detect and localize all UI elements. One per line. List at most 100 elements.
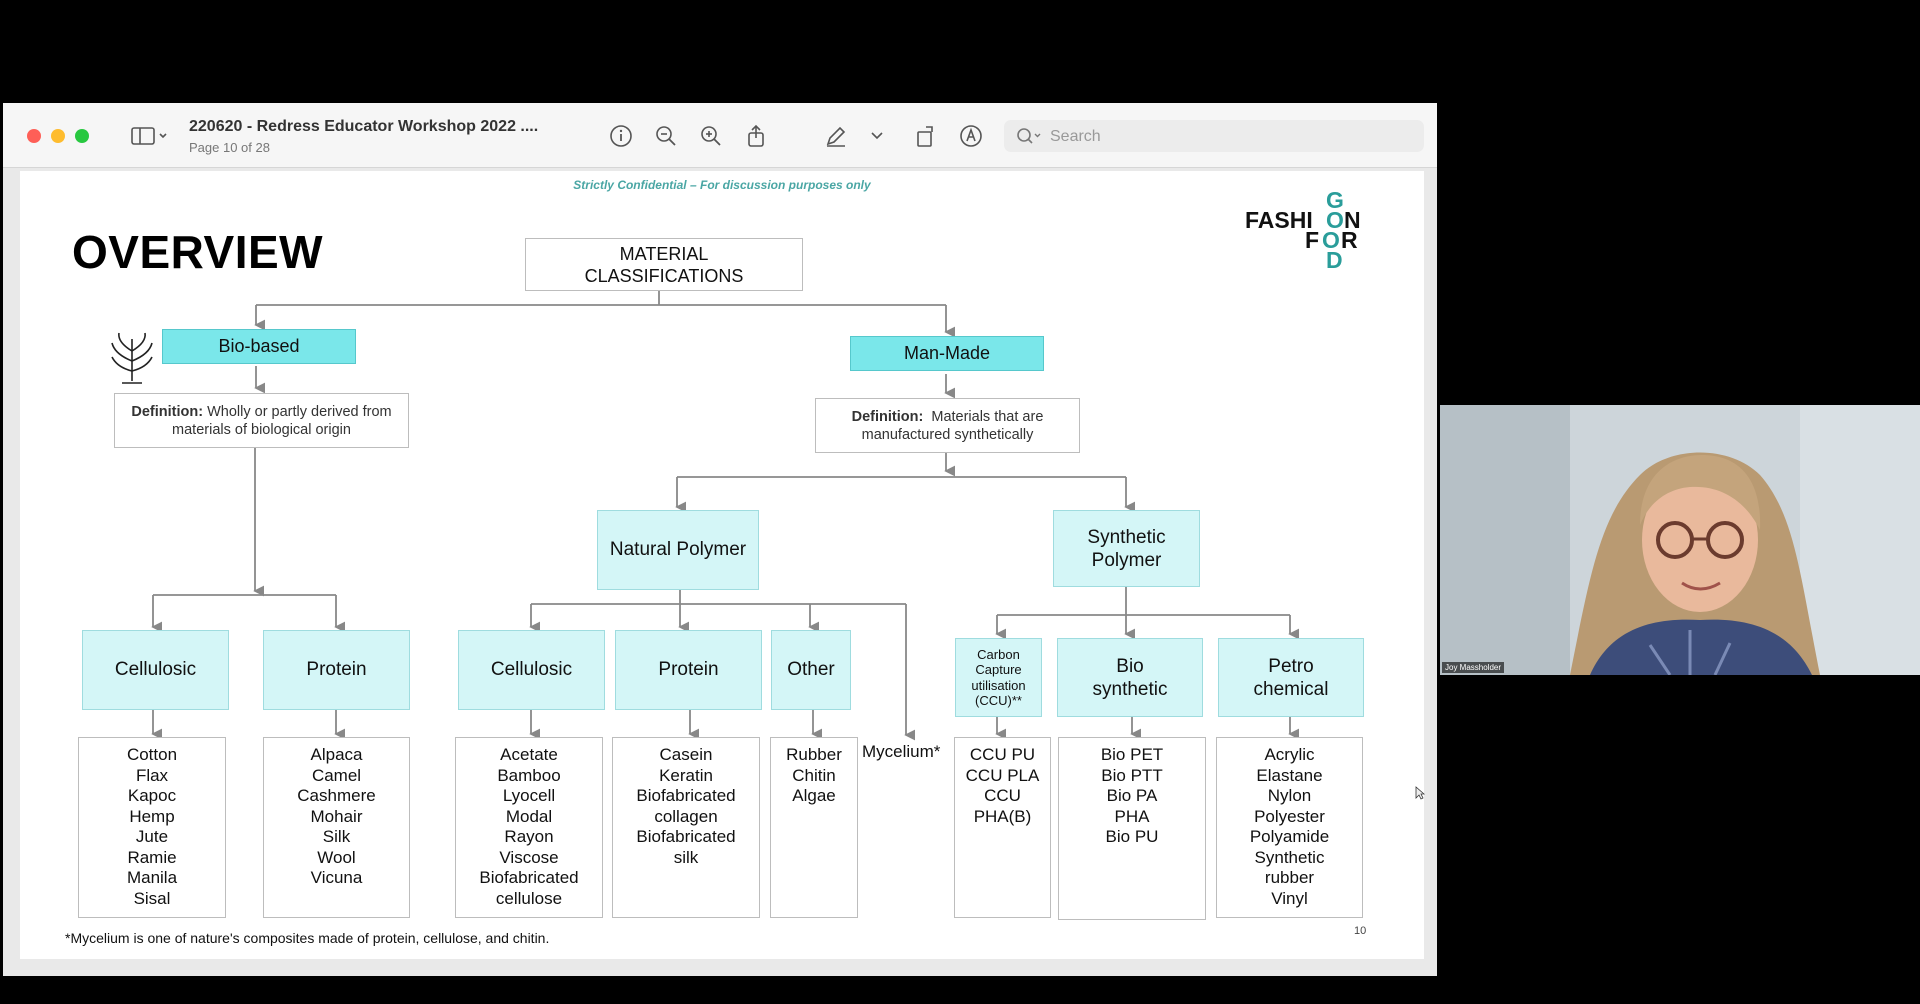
list-item: rubber: [1264, 868, 1315, 887]
list-item: Vinyl: [1271, 888, 1308, 908]
share-icon[interactable]: [743, 123, 769, 149]
list-item: Hemp: [129, 806, 175, 826]
list-item: collagen: [654, 806, 718, 826]
list-item: Cashmere: [297, 786, 376, 805]
list-item: Biofabricated: [636, 827, 736, 846]
bio-cellulosic-box: Cellulosic: [82, 630, 229, 710]
close-window-button[interactable]: [27, 129, 41, 143]
document-title: 220620 - Redress Educator Workshop 2022 …: [189, 118, 539, 135]
list-item: Elastane: [1256, 765, 1323, 785]
list-item: Keratin: [659, 765, 713, 785]
list-item: Wool: [317, 847, 356, 867]
zoom-window-button[interactable]: [75, 129, 89, 143]
np-cellulosic-box: Cellulosic: [458, 630, 605, 710]
list-item: Bio PTT: [1101, 765, 1163, 785]
rotate-icon[interactable]: [913, 123, 939, 149]
petro-chemical-list: Acrylic Elastane Nylon Polyester Polyami…: [1216, 737, 1363, 918]
list-item: Nylon: [1267, 786, 1312, 805]
list-item: Bio PU: [1105, 827, 1159, 846]
list-item: Viscose: [499, 847, 559, 867]
list-item: Ramie: [127, 847, 177, 867]
confidential-note: Strictly Confidential – For discussion p…: [573, 178, 871, 192]
svg-text:G: G: [1326, 188, 1344, 213]
list-item: PHA(B): [973, 806, 1032, 826]
bio-protein-list: Alpaca Camel Cashmere Mohair Silk Wool V…: [263, 737, 410, 918]
list-item: Camel: [311, 765, 362, 785]
search-field[interactable]: Search: [1004, 120, 1424, 152]
chevron-down-icon[interactable]: [869, 123, 885, 149]
bio-based-definition: Definition: Wholly or partly derived fro…: [114, 393, 409, 448]
definition-label: Definition:: [851, 408, 924, 425]
list-item: Lyocell: [502, 786, 556, 805]
list-item: CCU PLA: [965, 765, 1040, 785]
list-item: Polyamide: [1249, 827, 1330, 846]
list-item: Manila: [126, 868, 178, 887]
synthetic-polymer-box: Synthetic Polymer: [1053, 510, 1200, 587]
zoom-out-icon[interactable]: [653, 123, 679, 149]
list-item: Rubber: [786, 745, 842, 764]
definition-text: Wholly or partly derived from materials …: [172, 403, 392, 438]
list-item: Algae: [792, 786, 836, 805]
np-protein-box: Protein: [615, 630, 762, 710]
fashion-for-good-logo: FASHI O N G F O R D: [1245, 187, 1365, 278]
participant-video-frame: [1440, 405, 1920, 675]
definition-label: Definition:: [131, 403, 204, 420]
list-item: Mohair: [310, 806, 363, 826]
list-item: Sisal: [133, 888, 171, 908]
bio-synthetic-box: Bio synthetic: [1057, 638, 1203, 717]
man-made-box: Man-Made: [850, 336, 1044, 371]
ccu-list: CCU PU CCU PLA CCU PHA(B): [954, 737, 1051, 918]
toolbar: 220620 - Redress Educator Workshop 2022 …: [3, 103, 1437, 168]
svg-text:D: D: [1326, 247, 1343, 273]
list-item: Jute: [135, 827, 169, 846]
list-item: Casein: [659, 745, 713, 764]
participant-video-tile[interactable]: Joy Massholder: [1440, 405, 1920, 675]
zoom-in-icon[interactable]: [698, 123, 724, 149]
list-item: cellulose: [495, 888, 563, 908]
svg-text:F: F: [1305, 227, 1319, 253]
list-item: Bio PET: [1100, 745, 1164, 764]
slide-page: Strictly Confidential – For discussion p…: [20, 171, 1424, 959]
bio-synthetic-list: Bio PET Bio PTT Bio PA PHA Bio PU: [1058, 737, 1206, 920]
list-item: PHA: [1114, 806, 1150, 826]
list-item: Bamboo: [497, 765, 561, 785]
bio-protein-box: Protein: [263, 630, 410, 710]
list-item: Polyester: [1254, 806, 1325, 826]
list-item: Synthetic: [1254, 847, 1325, 867]
markup-pen-icon[interactable]: [823, 123, 849, 149]
list-item: Rayon: [504, 827, 554, 846]
list-item: Bio PA: [1106, 786, 1158, 805]
annotate-icon[interactable]: [958, 123, 984, 149]
list-item: CCU PU: [969, 745, 1036, 764]
bio-based-box: Bio-based: [162, 329, 356, 364]
info-icon[interactable]: [608, 123, 634, 149]
man-made-definition: Definition: Materials that are manufactu…: [815, 398, 1080, 453]
natural-polymer-box: Natural Polymer: [597, 510, 759, 590]
sidebar-toggle-icon[interactable]: [128, 123, 172, 149]
mouse-cursor-icon: [1415, 786, 1426, 800]
np-protein-list: Casein Keratin Biofabricated collagen Bi…: [612, 737, 760, 918]
mycelium-label: Mycelium*: [862, 742, 941, 761]
list-item: Silk: [322, 827, 351, 846]
minimize-window-button[interactable]: [51, 129, 65, 143]
slide-footnote: *Mycelium is one of nature's composites …: [65, 930, 550, 946]
search-placeholder: Search: [1050, 128, 1101, 145]
pdf-viewer-window: 220620 - Redress Educator Workshop 2022 …: [3, 103, 1437, 976]
list-item: Acrylic: [1264, 745, 1315, 764]
list-item: Modal: [505, 806, 553, 826]
np-other-box: Other: [771, 630, 851, 710]
list-item: CCU: [984, 786, 1021, 805]
np-cellulosic-list: Acetate Bamboo Lyocell Modal Rayon Visco…: [455, 737, 603, 918]
list-item: Chitin: [792, 765, 836, 785]
participant-name-label: Joy Massholder: [1442, 662, 1505, 673]
list-item: Acetate: [500, 745, 558, 764]
list-item: silk: [673, 847, 699, 867]
ccu-box: Carbon Capture utilisation (CCU)**: [955, 638, 1042, 717]
bio-cellulosic-list: Cotton Flax Kapoc Hemp Jute Ramie Manila…: [78, 737, 226, 918]
plant-icon: [108, 331, 156, 392]
svg-text:FASHI: FASHI: [1245, 207, 1313, 233]
slide-page-number: 10: [1354, 925, 1367, 937]
root-box-material-classifications: MATERIAL CLASSIFICATIONS: [525, 238, 803, 291]
svg-text:R: R: [1341, 227, 1358, 253]
slide-heading: OVERVIEW: [72, 226, 324, 278]
